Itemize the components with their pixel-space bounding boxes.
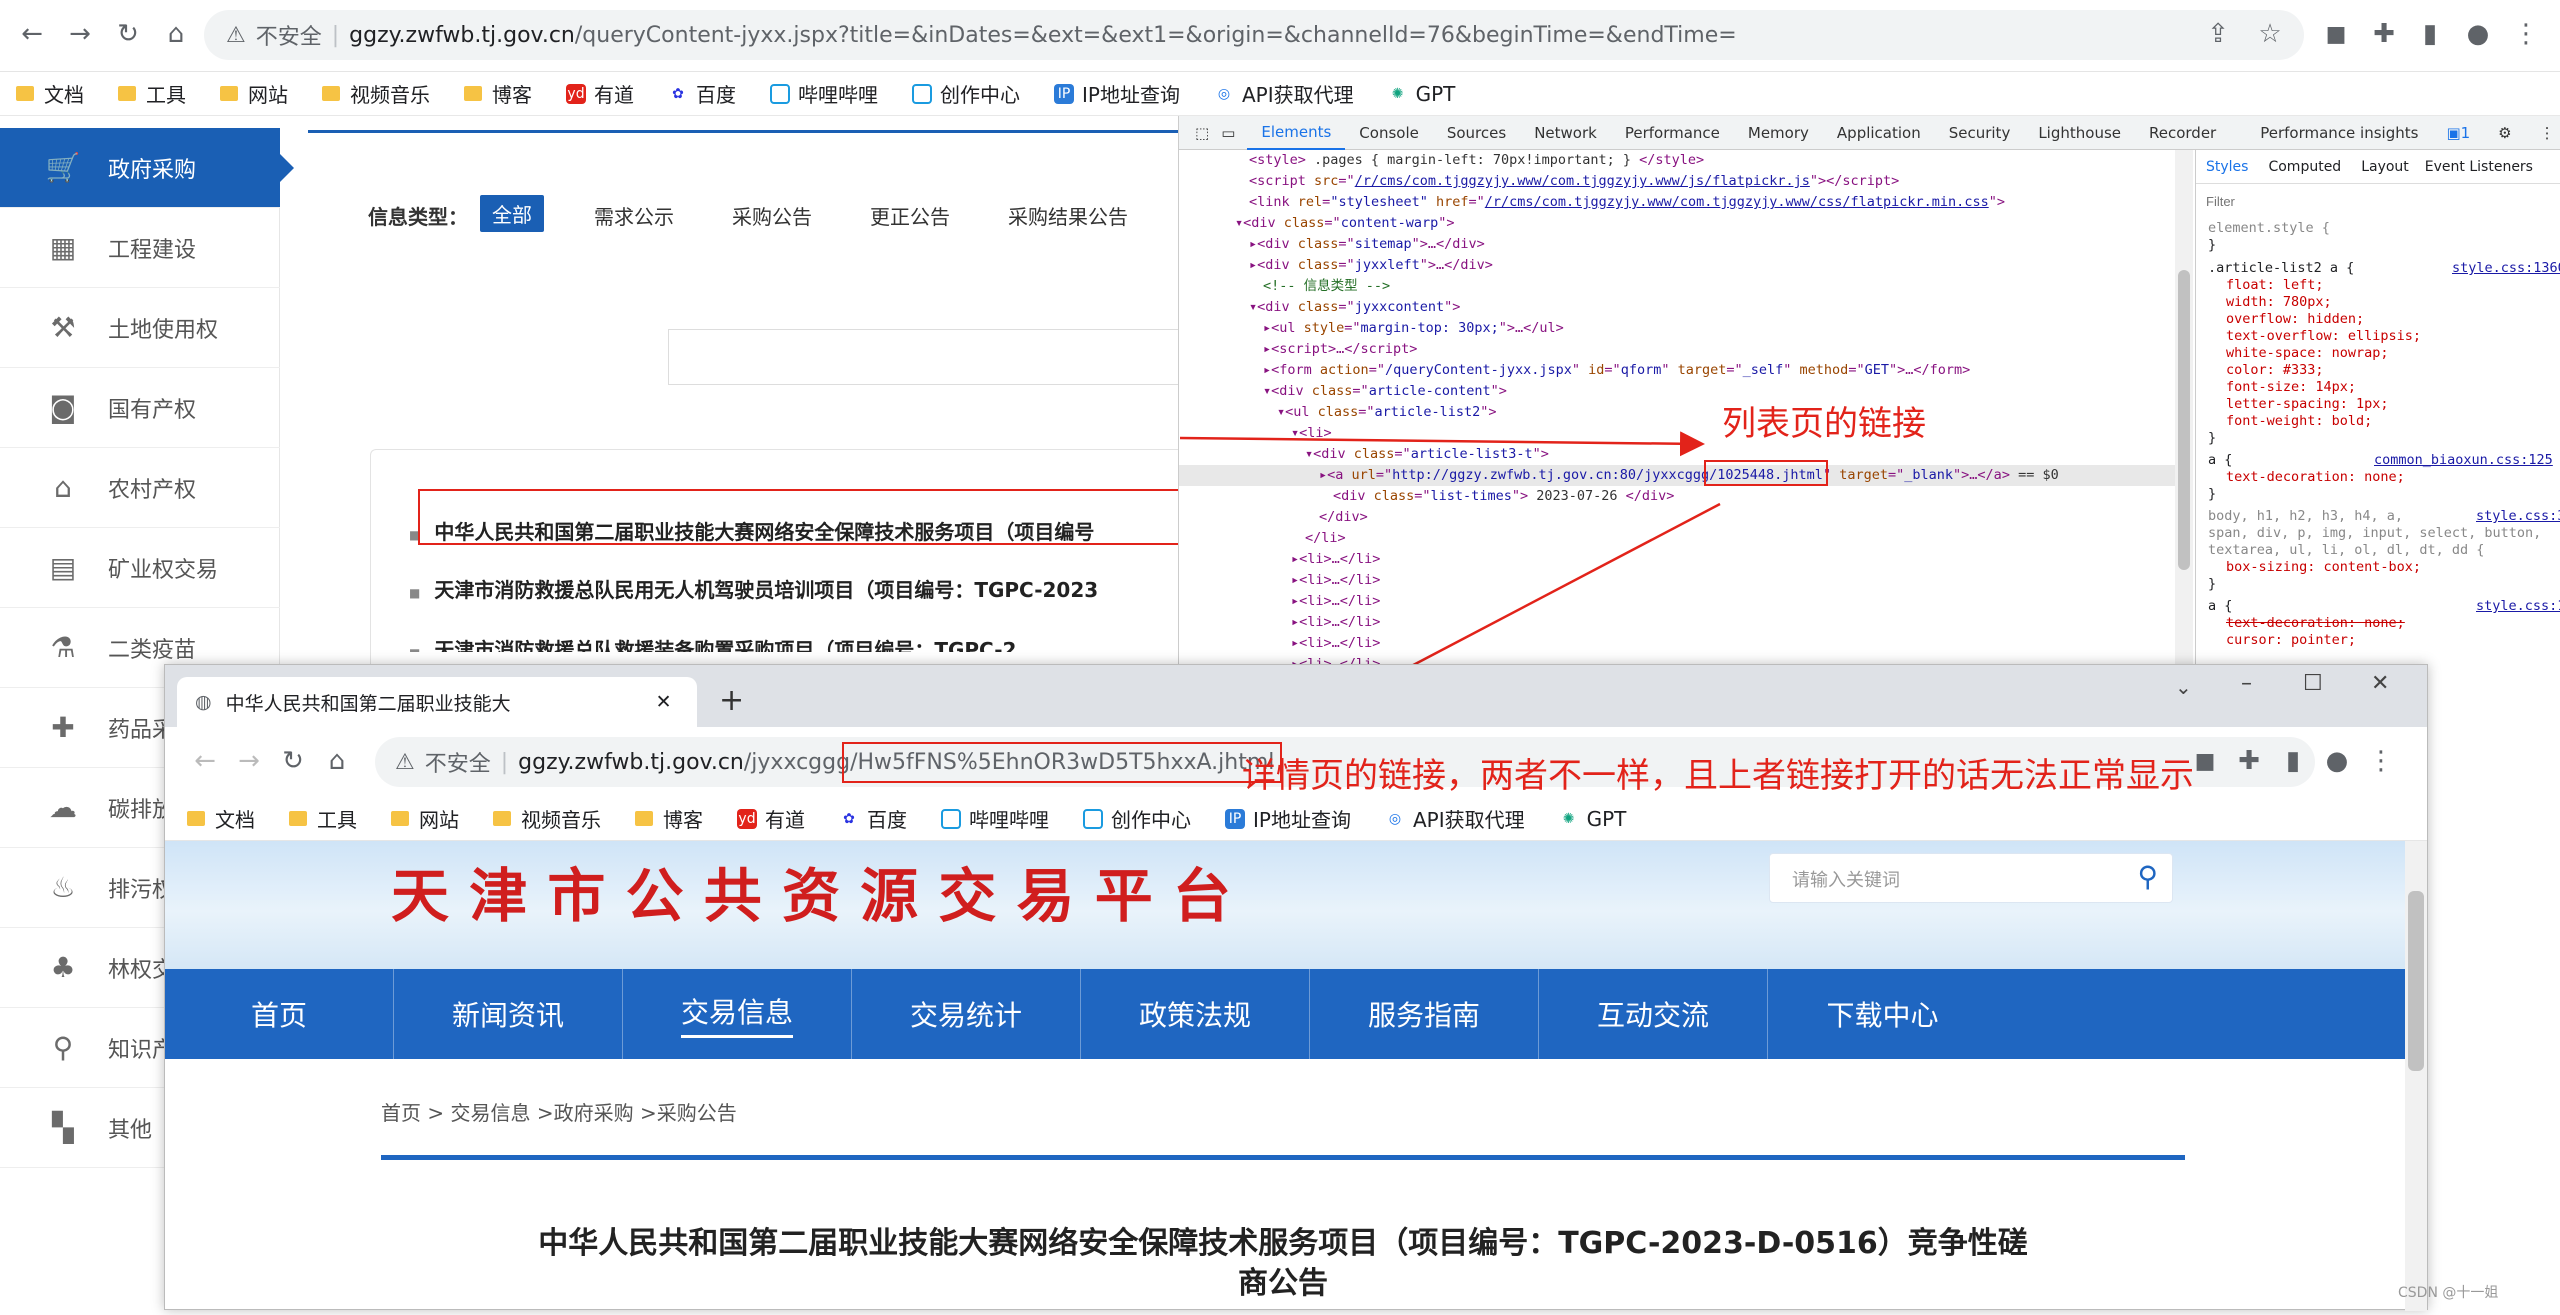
- baidu-icon: ✿: [839, 808, 859, 829]
- active-tab[interactable]: ◍ 中华人民共和国第二届职业技能大 ✕: [177, 677, 697, 727]
- site-header: 天 津 市 公 共 资 源 交 易 平 台 请输入关键词 ⚲: [165, 841, 2405, 969]
- watermark: CSDN @十一姐: [2398, 1285, 2499, 1301]
- nav-guide[interactable]: 服务指南: [1310, 969, 1539, 1059]
- forward-icon[interactable]: →: [229, 741, 269, 781]
- menu-icon[interactable]: ⋮: [2361, 741, 2401, 781]
- globe-icon: ◍: [195, 691, 212, 713]
- youdao-icon: yd: [737, 808, 757, 829]
- site-title: 天 津 市 公 共 资 源 交 易 平 台: [391, 862, 1231, 930]
- breadcrumb[interactable]: 首页 > 交易信息 >政府采购 >采购公告: [381, 1097, 737, 1126]
- search-placeholder: 请输入关键词: [1792, 870, 1900, 891]
- nav-trade-info[interactable]: 交易信息: [623, 969, 852, 1059]
- gpt-icon: ✺: [1558, 808, 1579, 829]
- ip-icon: IP: [1225, 808, 1245, 829]
- bookmark-sites[interactable]: 网站: [391, 804, 459, 833]
- nav-interact[interactable]: 互动交流: [1539, 969, 1768, 1059]
- url-path: /jyxxcggg: [743, 749, 851, 775]
- bookmark-label: IP地址查询: [1253, 808, 1351, 832]
- article-box: 中华人民共和国第二届职业技能大赛网络安全保障技术服务项目（项目编号：TGPC-2…: [381, 1155, 2185, 1315]
- puzzle-icon[interactable]: ✚: [2229, 741, 2269, 781]
- article-title-line: 中华人民共和国第二届职业技能大赛网络安全保障技术服务项目（项目编号：TGPC-2…: [538, 1226, 2028, 1261]
- warning-icon: ⚠: [395, 749, 415, 775]
- article-title: 中华人民共和国第二届职业技能大赛网络安全保障技术服务项目（项目编号：TGPC-2…: [381, 1224, 2185, 1304]
- profile-icon[interactable]: ●: [2317, 741, 2357, 781]
- bookmark-bilibili[interactable]: 哔哩哔哩: [941, 804, 1049, 833]
- site-search-input[interactable]: 请输入关键词 ⚲: [1769, 853, 2173, 903]
- article-title-line: 商公告: [1238, 1266, 1328, 1301]
- bookmark-label: 网站: [419, 808, 459, 832]
- bookmark-label: GPT: [1586, 806, 1627, 831]
- search-icon[interactable]: ⚲: [2137, 860, 2158, 893]
- bookmark-label: 视频音乐: [521, 808, 601, 832]
- bookmark-youdao[interactable]: yd 有道: [737, 804, 805, 833]
- bookmark-label: 博客: [663, 808, 703, 832]
- bookmark-media[interactable]: 视频音乐: [493, 804, 601, 833]
- url-path-highlighted: /Hw5fFNS%5EhnOR3wD5T5hxxA.jhtml: [842, 741, 1283, 783]
- minimize-icon[interactable]: –: [2241, 671, 2252, 696]
- bookmark-label: 有道: [765, 808, 805, 832]
- bookmark-label: 哔哩哔哩: [969, 808, 1049, 832]
- nav-stats[interactable]: 交易统计: [852, 969, 1081, 1059]
- reload-icon[interactable]: ↻: [273, 741, 313, 781]
- nav-policy[interactable]: 政策法规: [1081, 969, 1310, 1059]
- bookmark-tools[interactable]: 工具: [289, 804, 357, 833]
- nav-download[interactable]: 下载中心: [1768, 969, 1997, 1059]
- bookmark-label: 创作中心: [1111, 808, 1191, 832]
- new-tab-icon[interactable]: +: [719, 683, 744, 718]
- bookmark-label: API获取代理: [1412, 808, 1525, 832]
- tab-search-icon[interactable]: ⌄: [2175, 675, 2192, 699]
- home-icon[interactable]: ⌂: [317, 741, 357, 781]
- site-nav: 首页 新闻资讯 交易信息 交易统计 政策法规 服务指南 互动交流 下载中心: [165, 969, 2405, 1059]
- security-label: 不安全: [424, 752, 491, 777]
- omnibox-separator: |: [500, 749, 509, 775]
- tab-strip: ◍ 中华人民共和国第二届职业技能大 ✕ + ⌄ – ☐ ✕: [165, 665, 2427, 727]
- folder-icon: [493, 811, 511, 826]
- arrow-to-list-link: [1179, 431, 1705, 457]
- folder-icon: [187, 811, 205, 826]
- nav-home[interactable]: 首页: [165, 969, 394, 1059]
- bookmark-baidu[interactable]: ✿ 百度: [839, 804, 907, 833]
- bookmarks-bar: 文档 工具 网站 视频音乐 博客 yd 有道 ✿ 百度 哔哩哔哩 创作中心 IP IP…: [165, 797, 2427, 841]
- close-window-icon[interactable]: ✕: [2371, 671, 2389, 696]
- url-host: ggzy.zwfwb.tj.gov.cn: [518, 749, 744, 775]
- bookmark-api[interactable]: ◎ API获取代理: [1384, 804, 1525, 833]
- bilibili-icon: [941, 808, 961, 829]
- back-icon[interactable]: ←: [185, 741, 225, 781]
- bookmark-label: 百度: [867, 808, 907, 832]
- sidepanel-icon[interactable]: ▮: [2273, 741, 2313, 781]
- bookmark-gpt[interactable]: ✺ GPT: [1558, 806, 1627, 831]
- bilibili-icon: [1083, 808, 1103, 829]
- nav-label: 交易信息: [680, 991, 793, 1038]
- folder-icon: [289, 811, 307, 826]
- api-icon: ◎: [1384, 808, 1405, 829]
- nav-news[interactable]: 新闻资讯: [394, 969, 623, 1059]
- bookmark-label: 工具: [317, 808, 357, 832]
- folder-icon: [635, 811, 653, 826]
- tab-title: 中华人民共和国第二届职业技能大: [225, 692, 511, 715]
- bookmark-docs[interactable]: 文档: [187, 804, 255, 833]
- bookmark-blog[interactable]: 博客: [635, 804, 703, 833]
- bookmark-ip[interactable]: IP IP地址查询: [1225, 804, 1351, 833]
- annotation-detail-link: 详情页的链接，两者不一样，且上者链接打开的话无法正常显示: [1242, 756, 2194, 796]
- bookmark-label: 文档: [215, 808, 255, 832]
- close-tab-icon[interactable]: ✕: [656, 691, 672, 713]
- folder-icon: [391, 811, 409, 826]
- maximize-icon[interactable]: ☐: [2303, 671, 2323, 696]
- page-scrollbar[interactable]: [2405, 841, 2427, 1311]
- bookmark-creator[interactable]: 创作中心: [1083, 804, 1191, 833]
